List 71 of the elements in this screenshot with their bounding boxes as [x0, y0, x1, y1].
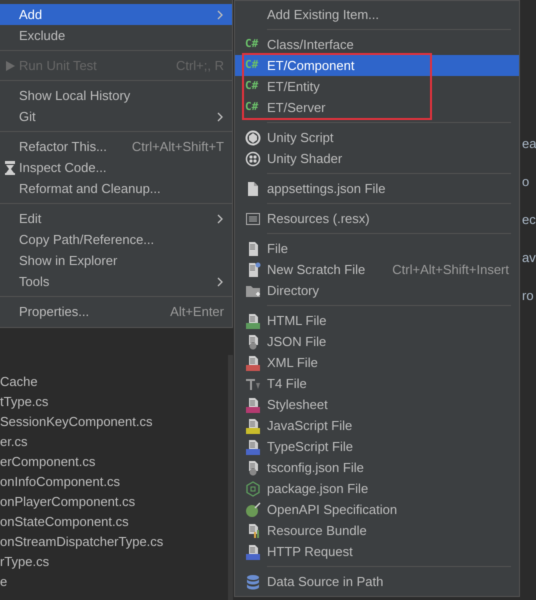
menu-item[interactable]: Resource Bundle — [235, 520, 519, 541]
file-name[interactable]: tType.cs — [0, 392, 230, 412]
csharp-label: C# — [245, 99, 258, 116]
menu-item[interactable]: package.json File — [235, 478, 519, 499]
menu-item[interactable]: appsettings.json File — [235, 178, 519, 199]
file-icon — [245, 180, 261, 196]
menu-item[interactable]: File — [235, 238, 519, 259]
menu-item[interactable]: HTTP Request — [235, 541, 519, 562]
menu-item[interactable]: Show Local History — [0, 85, 232, 106]
menu-item[interactable]: tsconfig.json File — [235, 457, 519, 478]
menu-item[interactable]: Edit — [0, 208, 232, 229]
menu-item[interactable]: HTML File — [235, 310, 519, 331]
list-icon — [245, 210, 261, 226]
menu-item[interactable]: Git — [0, 106, 232, 127]
menu-item[interactable]: XML File — [235, 352, 519, 373]
ball-icon — [245, 150, 261, 166]
csharp-label: C# — [245, 57, 258, 74]
javascript-file-icon — [245, 418, 261, 434]
file-name[interactable]: onStateComponent.cs — [0, 512, 230, 532]
code-text: o — [522, 173, 530, 191]
openapi-icon — [245, 502, 261, 518]
code-text: ro — [522, 287, 535, 305]
file-name[interactable]: erComponent.cs — [0, 452, 230, 472]
hexagon-icon — [245, 480, 261, 496]
menu-item[interactable]: Data Source in Path — [235, 571, 519, 592]
menu-item[interactable]: Properties... Alt+Enter — [0, 301, 232, 322]
menu-item[interactable]: Reformat and Cleanup... — [0, 178, 232, 199]
menu-item[interactable]: C# Class/Interface — [235, 34, 519, 55]
menu-item[interactable]: C# ET/Component — [235, 55, 519, 76]
code-text: ec — [522, 211, 536, 229]
csharp-label: C# — [245, 78, 258, 94]
menu-item[interactable]: Tools — [0, 271, 232, 292]
file-name[interactable]: er.cs — [0, 432, 230, 452]
menu-item[interactable]: Copy Path/Reference... — [0, 229, 232, 250]
css-file-icon — [245, 396, 261, 412]
menu-item[interactable]: Unity Shader — [235, 148, 519, 169]
menu-item[interactable]: T4 File — [235, 373, 519, 394]
file-name[interactable]: e — [0, 572, 230, 592]
file-name[interactable]: onStreamDispatcherType.cs — [0, 532, 230, 552]
cube-icon — [245, 130, 261, 146]
database-icon — [245, 574, 261, 590]
menu-item[interactable]: Add Existing Item... — [235, 4, 519, 25]
menu-item[interactable]: Exclude — [0, 25, 232, 46]
menu-item[interactable]: JavaScript File — [235, 415, 519, 436]
menu-item[interactable]: TypeScript File — [235, 436, 519, 457]
menu-item[interactable]: Add — [0, 4, 232, 25]
code-text: av — [522, 249, 536, 267]
html-file-icon — [245, 312, 261, 328]
file-name[interactable]: rType.cs — [0, 552, 230, 572]
typescript-file-icon — [245, 438, 261, 454]
menu-item[interactable]: C# ET/Entity — [235, 76, 519, 97]
menu-item[interactable]: Show in Explorer — [0, 250, 232, 271]
file-name[interactable]: onPlayerComponent.cs — [0, 492, 230, 512]
menu-item[interactable]: Resources (.resx) — [235, 208, 519, 229]
menu-item[interactable]: C# ET/Server — [235, 97, 519, 118]
csharp-label: C# — [245, 36, 258, 52]
file-name[interactable]: onInfoComponent.cs — [0, 472, 230, 492]
menu-item[interactable]: Unity Script — [235, 127, 519, 148]
menu-item[interactable]: OpenAPI Specification — [235, 499, 519, 520]
menu-item[interactable]: Refactor This... Ctrl+Alt+Shift+T — [0, 136, 232, 157]
menu-item[interactable]: Directory — [235, 280, 519, 301]
http-file-icon — [245, 544, 261, 560]
file-name[interactable]: Cache — [0, 372, 230, 392]
file-name[interactable]: SessionKeyComponent.cs — [0, 412, 230, 432]
menu-item[interactable]: New Scratch File Ctrl+Alt+Shift+Insert — [235, 259, 519, 280]
menu-item[interactable]: JSON File — [235, 331, 519, 352]
code-text: ea — [522, 135, 536, 153]
menu-item[interactable]: Inspect Code... — [0, 157, 232, 178]
menu-item[interactable]: Stylesheet — [235, 394, 519, 415]
inspect-icon — [2, 160, 18, 176]
xml-file-icon — [245, 354, 261, 370]
